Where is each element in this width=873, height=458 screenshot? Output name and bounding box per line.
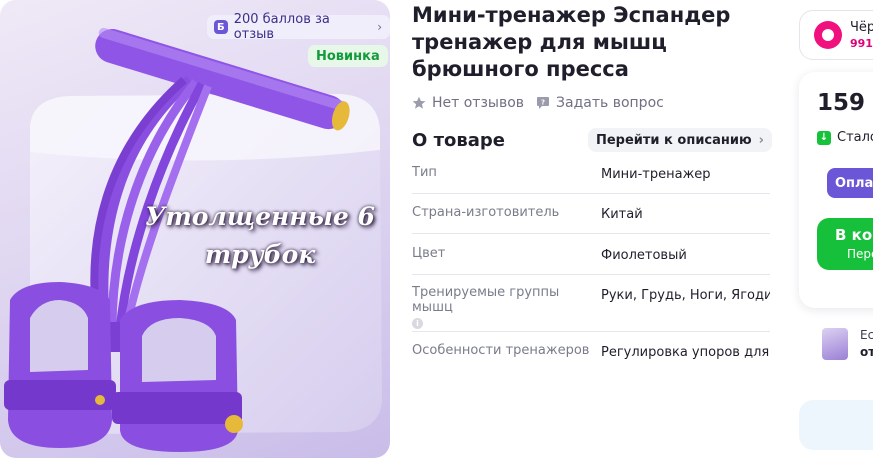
question-bubble-icon: ? <box>537 97 550 109</box>
reviews-label: Нет отзывов <box>432 95 525 111</box>
promo-line: от <box>860 345 873 359</box>
info-icon[interactable]: i <box>412 318 423 329</box>
seller-logo <box>814 21 842 49</box>
bonus-badge[interactable]: Б 200 баллов за отзыв › <box>207 12 390 42</box>
spec-name: Особенности тренажеров <box>412 343 590 358</box>
new-badge: Новинка <box>308 45 388 67</box>
seller-name: Чёр <box>850 20 873 35</box>
spec-value: Мини-тренажер <box>601 167 711 182</box>
ask-question-link[interactable]: ? Задать вопрос <box>536 95 664 111</box>
chevron-right-icon: › <box>377 20 382 34</box>
add-to-cart-button[interactable]: В кор Пере <box>817 218 873 270</box>
reviews-link[interactable]: Нет отзывов <box>412 95 524 111</box>
spec-row: Тренируемые группы мышц i Руки, Грудь, Н… <box>412 275 770 332</box>
promo-thumbnail <box>822 328 848 360</box>
pay-button-label: Оплат <box>835 175 873 191</box>
chevron-right-icon: › <box>758 132 764 148</box>
add-to-cart-label: В кор <box>835 226 873 244</box>
spec-name: Тип <box>412 165 437 180</box>
specs-table: Тип Мини-тренажер Страна-изготовитель Ки… <box>412 156 770 372</box>
bonus-badge-label: 200 баллов за отзыв <box>233 12 330 42</box>
image-overlay-line: трубок <box>204 240 316 269</box>
seller-rating: 991 ₍ <box>850 37 873 50</box>
price-drop-label: Стало <box>837 130 873 145</box>
about-header: О товаре Перейти к описанию › <box>412 128 772 152</box>
promo-item[interactable]: Ес от <box>822 326 873 366</box>
goto-description-button[interactable]: Перейти к описанию › <box>587 128 772 152</box>
price: 159 ₽ <box>817 90 873 116</box>
image-overlay-text: Утолщенные 6 трубок <box>120 198 390 274</box>
spec-row: Особенности тренажеров Регулировка упоро… <box>412 332 770 372</box>
spec-name: Страна-изготовитель <box>412 205 560 220</box>
seller-card[interactable]: Чёр 991 ₍ <box>799 10 873 60</box>
spec-value: Регулировка упоров для ног <box>601 345 770 360</box>
spec-name: Цвет <box>412 246 446 261</box>
spec-name-text: Тренируемые группы мышц <box>412 285 560 315</box>
spec-row: Тип Мини-тренажер <box>412 156 770 194</box>
add-to-cart-sublabel: Пере <box>847 247 873 261</box>
goto-description-label: Перейти к описанию <box>595 132 752 148</box>
price-drop-note: ↓ Стало <box>817 130 873 145</box>
star-icon <box>412 96 426 109</box>
price-down-icon: ↓ <box>817 130 831 145</box>
pay-button[interactable]: Оплат <box>827 168 873 198</box>
price-card: 159 ₽ ↓ Стало Оплат В кор Пере <box>799 72 873 308</box>
spec-row: Страна-изготовитель Китай <box>412 194 770 234</box>
ask-question-label: Задать вопрос <box>556 95 664 111</box>
about-title: О товаре <box>412 129 505 151</box>
image-overlay-line: Утолщенные 6 <box>145 202 375 231</box>
promo-line: Ес <box>860 328 873 342</box>
product-meta: Нет отзывов ? Задать вопрос <box>412 95 676 111</box>
spec-value: Китай <box>601 207 643 222</box>
spec-name: Тренируемые группы мышц i <box>412 285 601 331</box>
spec-row: Цвет Фиолетовый <box>412 234 770 275</box>
product-title: Мини-тренажер Эспандер тренажер для мышц… <box>412 3 731 81</box>
info-card[interactable] <box>799 400 873 450</box>
spec-value: Фиолетовый <box>601 248 687 263</box>
spec-value: Руки, Грудь, Ноги, Ягодицы <box>601 288 770 303</box>
product-image[interactable]: Б 200 баллов за отзыв › Новинка Утолщенн… <box>0 0 390 458</box>
svg-text:?: ? <box>541 98 545 106</box>
bonus-points-icon: Б <box>214 20 228 34</box>
